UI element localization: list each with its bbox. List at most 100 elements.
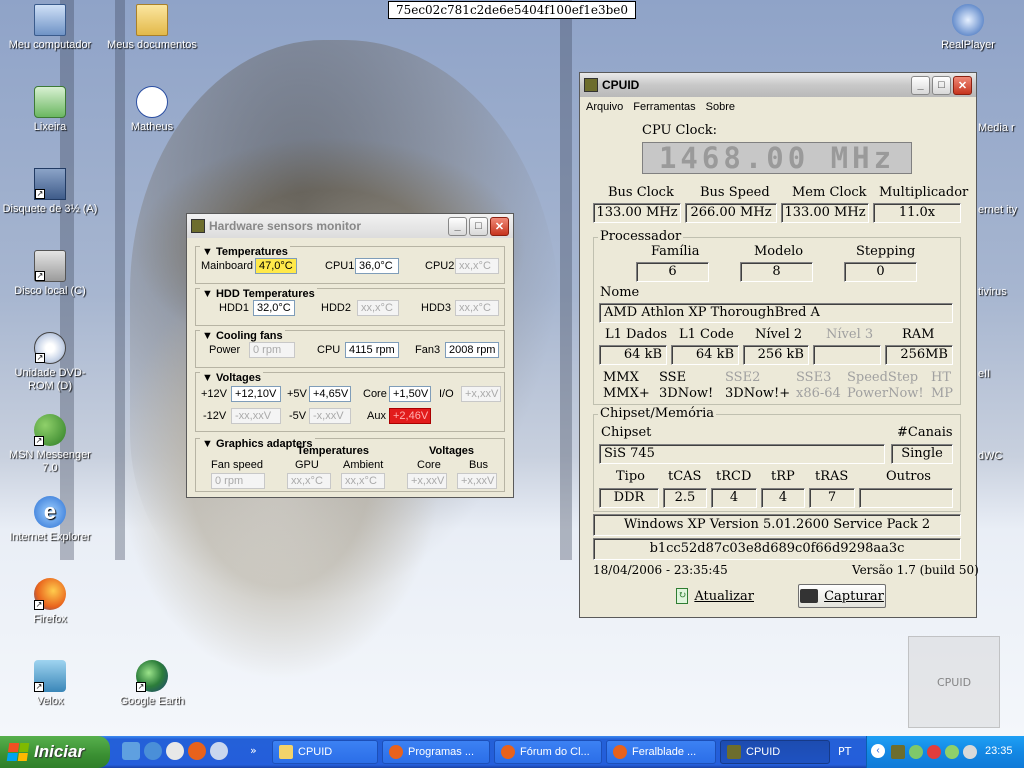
task-feralblade[interactable]: Feralblade ... xyxy=(606,740,716,764)
task-forum[interactable]: Fórum do Cl... xyxy=(494,740,602,764)
multiplier-label: Multiplicador xyxy=(879,185,969,200)
hwmon-title: Hardware sensors monitor xyxy=(209,219,362,233)
maximize-button[interactable]: □ xyxy=(469,216,488,236)
mainboard-temp-field: 47,0°C xyxy=(255,258,297,274)
m5v-field: -x,xxV xyxy=(309,408,351,424)
group-heading-text: Cooling fans xyxy=(215,330,283,342)
firefox-icon: ↗ xyxy=(34,578,66,610)
tray-clock[interactable]: 23:35 xyxy=(985,745,1013,757)
desktop-icon-label-partial[interactable]: dWC xyxy=(978,450,1022,462)
menu-sobre[interactable]: Sobre xyxy=(706,101,735,113)
desktop-icon-my-documents[interactable]: Meus documentos xyxy=(102,4,202,52)
mem-type-label: Tipo xyxy=(616,469,645,484)
tray-antivirus-icon[interactable] xyxy=(927,745,941,759)
maximize-button[interactable]: □ xyxy=(932,75,951,95)
desktop-icon-local-disk[interactable]: ↗ Disco local (C) xyxy=(0,250,100,298)
capture-button[interactable]: Capturar xyxy=(798,584,886,608)
floppy-icon: ↗ xyxy=(34,168,66,200)
task-cpuid-folder[interactable]: CPUID xyxy=(272,740,378,764)
hwmon-window: Hardware sensors monitor _ □ ✕ ▼ Tempera… xyxy=(186,213,514,498)
tray-hwmon-icon[interactable] xyxy=(891,745,905,759)
tray-network-icon[interactable] xyxy=(909,745,923,759)
timestamp: 18/04/2006 - 23:35:45 xyxy=(593,563,728,577)
channels-field: Single xyxy=(891,444,953,464)
quicklaunch-ie-icon[interactable] xyxy=(144,742,162,760)
desktop-icon-ie[interactable]: e Internet Explorer xyxy=(0,496,100,544)
tray-expand-icon[interactable]: ‹ xyxy=(871,744,885,758)
menu-ferramentas[interactable]: Ferramentas xyxy=(633,101,695,113)
refresh-button[interactable]: ↻ Atualizar xyxy=(675,584,755,608)
start-button[interactable]: Iniciar xyxy=(0,736,110,768)
desktop-icon-velox[interactable]: ↗ Velox xyxy=(0,660,100,708)
bus-clock-field: 133.00 MHz xyxy=(593,203,681,223)
desktop-icon-label-partial[interactable]: ernet ity xyxy=(978,204,1022,217)
task-label: Programas ... xyxy=(408,746,475,758)
desktop-icon-label-partial[interactable]: eII xyxy=(978,368,1022,380)
folder-icon xyxy=(279,745,293,759)
desktop-icon-recycle-bin[interactable]: Lixeira xyxy=(0,86,100,134)
gpu-bus-volt-field: +x,xxV xyxy=(457,473,497,489)
hdd-heading[interactable]: ▼ HDD Temperatures xyxy=(200,288,317,300)
feature-3dnow: 3DNow! xyxy=(659,386,714,401)
p5v-label: +5V xyxy=(287,388,307,400)
firefox-icon xyxy=(389,745,403,759)
close-button[interactable]: ✕ xyxy=(953,75,972,95)
desktop-icon-realplayer[interactable]: RealPlayer xyxy=(918,4,1018,52)
hwmon-titlebar[interactable]: Hardware sensors monitor _ □ ✕ xyxy=(187,214,513,238)
feature-sse: SSE xyxy=(659,370,687,385)
task-label: Fórum do Cl... xyxy=(520,746,590,758)
gpu-fan-label: Fan speed xyxy=(211,459,263,471)
m5v-label: -5V xyxy=(289,410,307,422)
voltages-heading[interactable]: ▼ Voltages xyxy=(200,372,263,384)
quicklaunch-overflow-icon[interactable]: » xyxy=(250,744,257,757)
minimize-button[interactable]: _ xyxy=(911,75,930,95)
close-button[interactable]: ✕ xyxy=(490,216,509,236)
tray-msn-icon[interactable] xyxy=(945,745,959,759)
cpu-clock-display: 1468.00 MHz xyxy=(642,142,912,174)
task-cpuid-app[interactable]: CPUID xyxy=(720,740,830,764)
desktop-icon-label: RealPlayer xyxy=(941,39,995,51)
hdd3-label: HDD3 xyxy=(421,302,451,314)
cpuid-titlebar[interactable]: CPUID _ □ ✕ xyxy=(580,73,976,97)
menu-arquivo[interactable]: Arquivo xyxy=(586,101,623,113)
m12v-field: -xx,xxV xyxy=(231,408,281,424)
quicklaunch-desktop-icon[interactable] xyxy=(122,742,140,760)
desktop-icon-google-earth[interactable]: ↗ Google Earth xyxy=(102,660,202,708)
quicklaunch-firefox-icon[interactable] xyxy=(188,742,206,760)
desktop-icon-label-partial[interactable]: tivirus xyxy=(978,286,1022,298)
ram-label: RAM xyxy=(902,327,935,342)
fan3-field: 2008 rpm xyxy=(445,342,499,358)
fans-heading[interactable]: ▼ Cooling fans xyxy=(200,330,285,342)
desktop-icon-dvd[interactable]: ↗ Unidade DVD-ROM (D) xyxy=(0,332,100,393)
feature-sse3: SSE3 xyxy=(796,370,832,385)
m12v-label: -12V xyxy=(203,410,227,422)
desktop-icon-firefox[interactable]: ↗ Firefox xyxy=(0,578,100,626)
task-programas[interactable]: Programas ... xyxy=(382,740,490,764)
quicklaunch-mediaplayer-icon[interactable] xyxy=(166,742,184,760)
l1-data-field: 64 kB xyxy=(599,345,667,365)
feature-sse2: SSE2 xyxy=(725,370,761,385)
quicklaunch-app-icon[interactable] xyxy=(210,742,228,760)
tray-volume-icon[interactable] xyxy=(963,745,977,759)
core-volt-label: Core xyxy=(363,388,387,400)
desktop-icon-matheus[interactable]: Matheus xyxy=(102,86,202,134)
temperatures-heading[interactable]: ▼ Temperatures xyxy=(200,246,290,258)
desktop-icon-label-partial[interactable]: Media r xyxy=(978,122,1022,135)
hard-disk-icon: ↗ xyxy=(34,250,66,282)
l2-label: Nível 2 xyxy=(755,327,803,342)
desktop-icon-my-computer[interactable]: Meu computador xyxy=(0,4,100,52)
group-heading-text: HDD Temperatures xyxy=(215,288,315,300)
minimize-button[interactable]: _ xyxy=(448,216,467,236)
gpu-temp-label: GPU xyxy=(295,459,319,471)
desktop-icon-msn[interactable]: ↗ MSN Messenger 7.0 xyxy=(0,414,100,475)
cpu-fan-label: CPU xyxy=(317,344,341,356)
desktop-icon-label: MSN Messenger 7.0 xyxy=(9,449,91,474)
mem-clock-field: 133.00 MHz xyxy=(781,203,869,223)
desktop-icon-label: Internet Explorer xyxy=(9,531,91,543)
power-fan-field: 0 rpm xyxy=(249,342,295,358)
others-field xyxy=(859,488,953,508)
feature-speedstep: SpeedStep xyxy=(847,370,919,385)
ambient-temp-field: xx,x°C xyxy=(341,473,385,489)
language-indicator[interactable]: PT xyxy=(838,745,851,758)
desktop-icon-floppy[interactable]: ↗ Disquete de 3½ (A) xyxy=(0,168,100,216)
